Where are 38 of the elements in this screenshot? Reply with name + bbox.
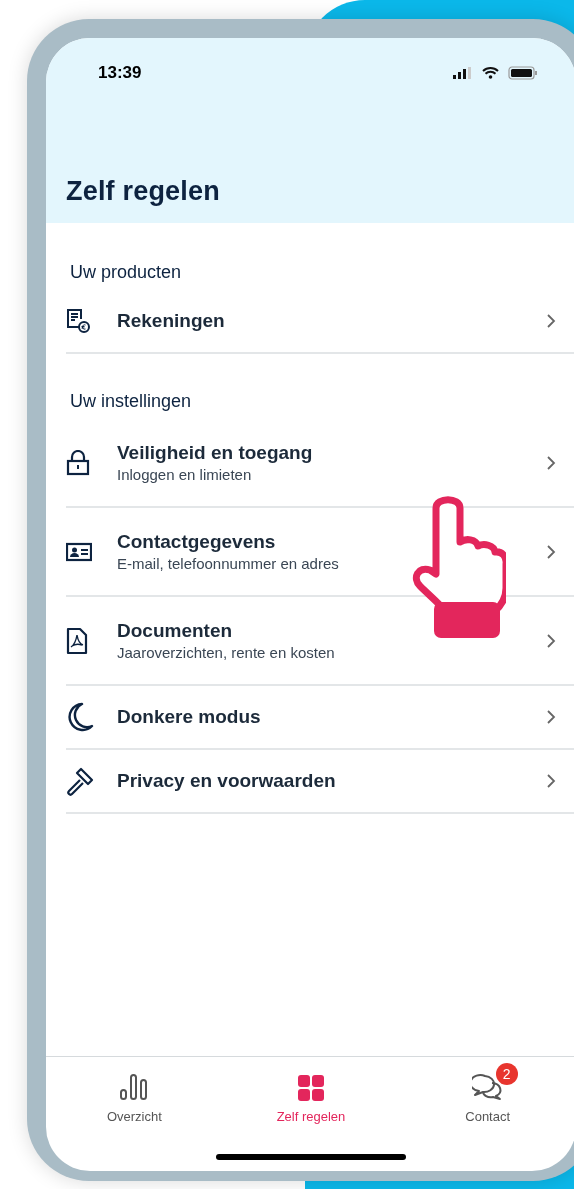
signal-icon [453, 67, 473, 79]
chevron-right-icon [546, 632, 556, 649]
tab-item[interactable]: Zelf regelen [222, 1061, 400, 1154]
chat-bubbles-icon [471, 1073, 504, 1101]
item-subtitle: Inloggen en limieten [117, 464, 253, 485]
chevron-right-icon [546, 543, 556, 560]
menu-item[interactable]: Privacy en voorwaarden [66, 750, 574, 814]
chevron-right-icon [546, 773, 556, 789]
status-time: 13:39 [98, 62, 142, 85]
menu-item[interactable]: Donkere modus [66, 686, 574, 750]
section-heading: Uw producten [69, 261, 183, 284]
grid-icon [298, 1075, 324, 1101]
section-heading: Uw instellingen [69, 390, 193, 413]
item-title: Privacy en voorwaarden [117, 769, 337, 793]
item-title: Veiligheid en toegang [117, 440, 314, 465]
page-title: Zelf regelen [66, 174, 221, 208]
battery-icon [508, 66, 538, 80]
item-subtitle: E-mail, telefoonnummer en adres [117, 553, 340, 574]
item-title: Rekeningen [117, 309, 226, 333]
item-title: Documenten [117, 618, 234, 643]
notification-badge: 2 [495, 1063, 518, 1085]
pdf-document-icon [66, 626, 88, 655]
gavel-icon [66, 766, 96, 796]
wifi-icon [482, 67, 499, 79]
bar-chart-icon [119, 1073, 150, 1101]
moon-icon [66, 702, 94, 732]
menu-item[interactable]: Rekeningen [66, 290, 574, 354]
item-subtitle: Jaaroverzichten, rente en kosten [117, 642, 336, 663]
tab-item[interactable]: Overzicht [46, 1061, 223, 1154]
invoice-icon [66, 308, 90, 334]
item-title: Contactgegevens [117, 529, 277, 554]
lock-icon [66, 449, 90, 476]
tab-item[interactable]: 2 Contact [399, 1061, 574, 1154]
chevron-right-icon [546, 709, 556, 725]
chevron-right-icon [546, 454, 556, 471]
id-card-icon [66, 541, 92, 562]
item-title: Donkere modus [117, 705, 262, 729]
chevron-right-icon [546, 313, 556, 329]
